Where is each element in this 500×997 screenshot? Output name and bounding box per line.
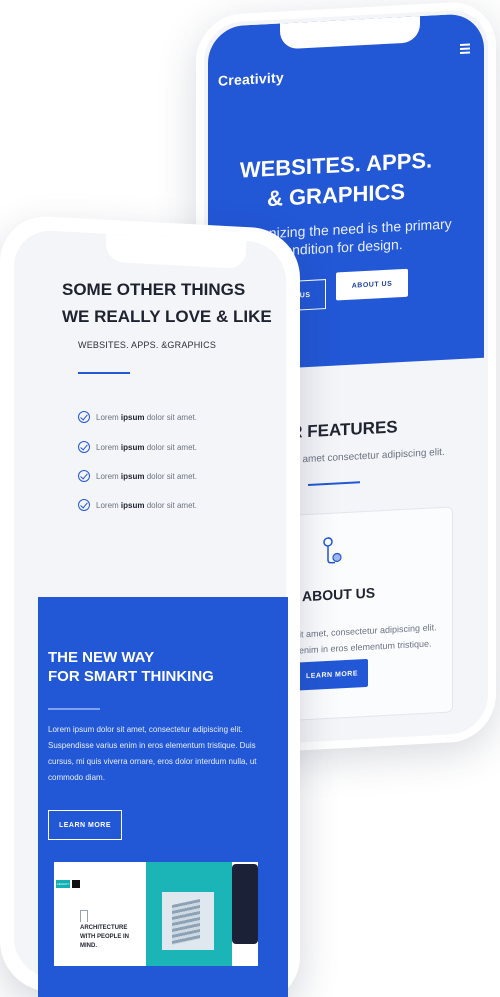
hero-title: WEBSITES. APPS. & GRAPHICS xyxy=(239,147,433,212)
about-us-button[interactable]: ABOUT US xyxy=(336,268,408,301)
divider xyxy=(308,481,360,486)
section-subtitle: WEBSITES. APPS. &GRAPHICS xyxy=(78,340,217,350)
smart-thinking-title: THE NEW WAY FOR SMART THINKING xyxy=(48,649,214,685)
learn-more-button[interactable]: LEARN MORE xyxy=(48,810,122,840)
smart-thinking-text: Lorem ipsum dolor sit amet, consectetur … xyxy=(48,725,257,782)
mockup-dark-phone xyxy=(232,864,258,944)
check-list-item: Lorem ipsum dolor sit amet. xyxy=(78,499,197,511)
check-list-item: Lorem ipsum dolor sit amet. xyxy=(78,411,197,423)
mockup-tag: LEGACY xyxy=(56,880,70,888)
check-list-item: Lorem ipsum dolor sit amet. xyxy=(78,470,197,482)
divider xyxy=(78,372,130,374)
building-image xyxy=(162,892,214,950)
hamburger-menu-icon[interactable] xyxy=(460,43,470,57)
check-list-item: Lorem ipsum dolor sit amet. xyxy=(78,441,197,453)
phone-notch xyxy=(106,233,246,270)
check-circle-icon xyxy=(78,499,90,511)
mockup-title: ARCHITECTURE WITH PEOPLE IN MIND. xyxy=(80,925,130,949)
mockup-logo-icon xyxy=(80,910,88,922)
learn-more-button[interactable]: LEARN MORE xyxy=(296,658,368,691)
mockup-menu-icon xyxy=(72,880,80,888)
divider xyxy=(48,708,100,710)
features-subtitle: or sit amet consectetur adipiscing elit. xyxy=(278,446,445,467)
section-title: SOME OTHER THINGS WE REALLY LOVE & LIKE xyxy=(62,280,272,326)
check-circle-icon xyxy=(78,441,90,453)
idea-pin-icon xyxy=(323,537,342,564)
check-circle-icon xyxy=(78,411,90,423)
check-circle-icon xyxy=(78,470,90,482)
